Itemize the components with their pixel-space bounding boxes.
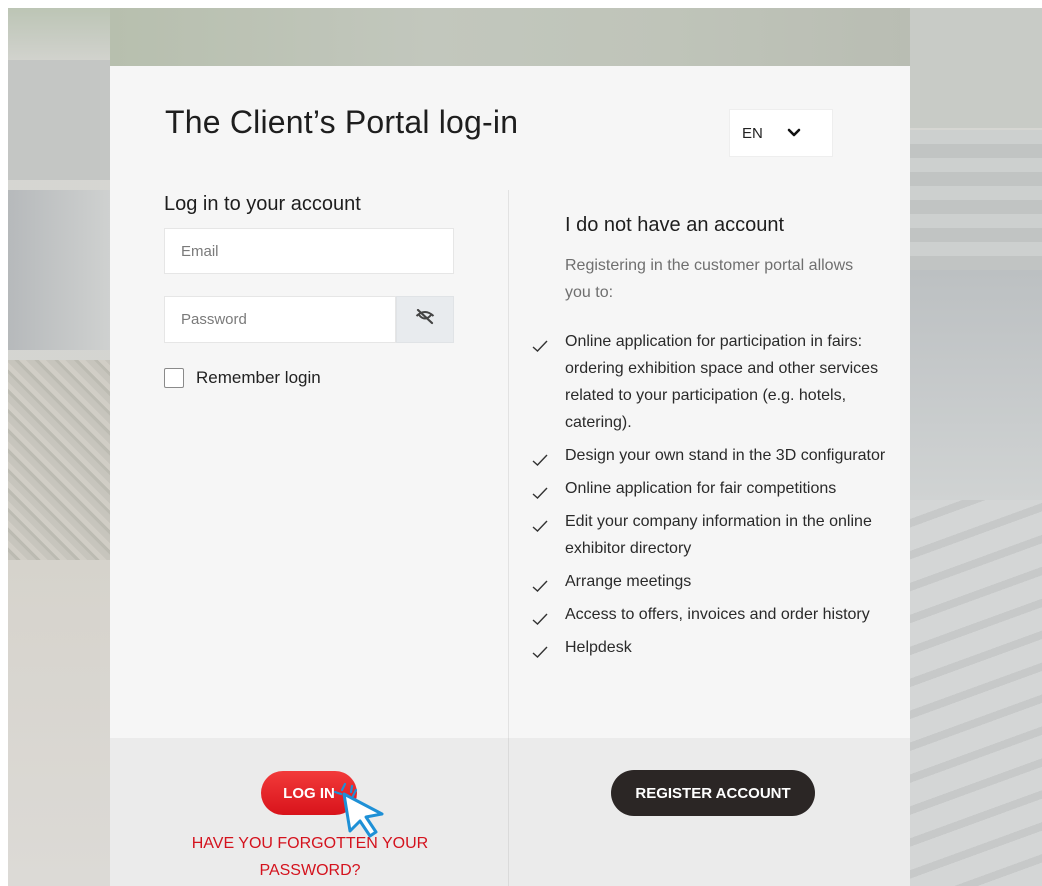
footer-divider bbox=[508, 738, 509, 886]
check-icon bbox=[532, 449, 548, 466]
bg-roof bbox=[8, 60, 110, 180]
bg-frame-left bbox=[0, 0, 8, 886]
language-select[interactable]: EN bbox=[729, 109, 833, 157]
page-title: The Client’s Portal log-in bbox=[165, 104, 519, 140]
register-heading: I do not have an account bbox=[565, 214, 785, 236]
feature-list: Online application for participation in … bbox=[530, 328, 890, 667]
register-account-button[interactable]: REGISTER ACCOUNT bbox=[611, 770, 815, 816]
language-code: EN bbox=[742, 124, 763, 142]
bg-ground bbox=[8, 560, 110, 886]
email-input[interactable] bbox=[164, 228, 454, 274]
forgot-password-link[interactable]: HAVE YOU FORGOTTEN YOUR PASSWORD? bbox=[160, 830, 460, 884]
login-button[interactable]: LOG IN bbox=[261, 771, 357, 815]
feature-item: Access to offers, invoices and order his… bbox=[530, 601, 890, 628]
password-input[interactable] bbox=[164, 296, 396, 343]
bg-crowd bbox=[8, 360, 110, 560]
bg-roof-structure bbox=[910, 500, 1042, 886]
feature-item: Online application for fair competitions bbox=[530, 475, 890, 502]
check-icon bbox=[532, 335, 548, 352]
login-card: The Client’s Portal log-in EN Log in to … bbox=[110, 66, 910, 886]
eye-slash-icon bbox=[415, 308, 435, 330]
register-intro: Registering in the customer portal allow… bbox=[565, 257, 854, 301]
check-icon bbox=[532, 515, 548, 532]
bg-trees bbox=[110, 8, 910, 66]
feature-item: Design your own stand in the 3D configur… bbox=[530, 442, 890, 469]
remember-checkbox[interactable] bbox=[164, 368, 184, 388]
feature-item: Helpdesk bbox=[530, 634, 890, 661]
check-icon bbox=[532, 575, 548, 592]
bg-building bbox=[8, 190, 110, 350]
check-icon bbox=[532, 482, 548, 499]
login-heading: Log in to your account bbox=[164, 193, 361, 215]
password-visibility-toggle[interactable] bbox=[396, 296, 454, 343]
remember-login: Remember login bbox=[164, 368, 321, 388]
check-icon bbox=[532, 641, 548, 658]
chevron-down-icon bbox=[786, 125, 802, 141]
feature-item: Arrange meetings bbox=[530, 568, 890, 595]
remember-label: Remember login bbox=[196, 368, 321, 387]
feature-item: Online application for participation in … bbox=[530, 328, 890, 436]
card-footer: LOG IN HAVE YOU FORGOTTEN YOUR PASSWORD?… bbox=[110, 738, 910, 886]
bg-frame-top bbox=[0, 0, 1042, 8]
bg-parking bbox=[910, 130, 1042, 270]
feature-item: Edit your company information in the onl… bbox=[530, 508, 890, 562]
check-icon bbox=[532, 608, 548, 625]
bg-roof-right bbox=[910, 8, 1042, 128]
bg-hall bbox=[910, 270, 1042, 500]
